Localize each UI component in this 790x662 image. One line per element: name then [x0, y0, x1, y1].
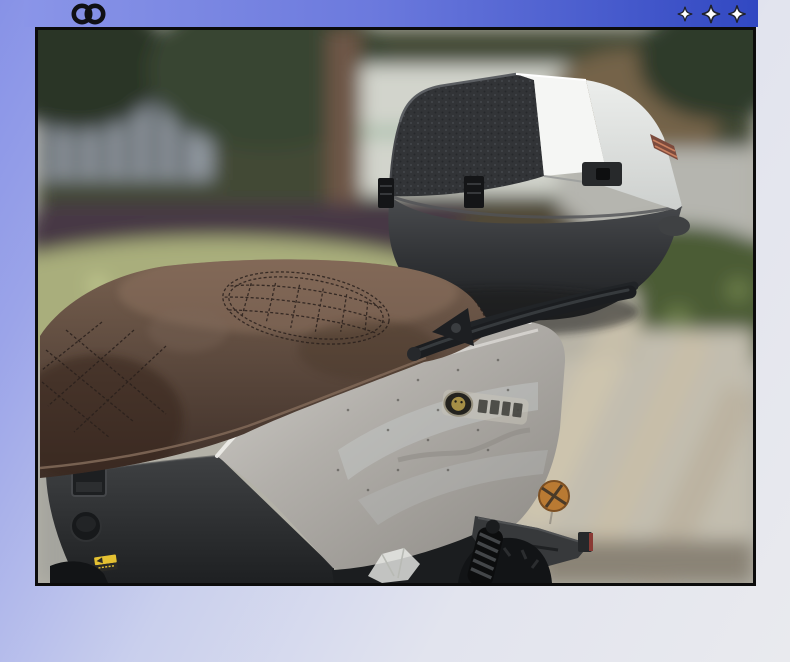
lid-hinge: [582, 162, 622, 186]
lid-latch: [378, 178, 394, 208]
interlocked-circles-icon: [71, 3, 106, 25]
charge-port-cap: [70, 510, 102, 542]
sparkles: [672, 1, 750, 27]
sparkle-icon: [701, 4, 721, 24]
product-photo: [35, 27, 756, 586]
lid-latch: [464, 176, 484, 208]
sparkle-icon: [677, 6, 693, 22]
top-bar: [24, 0, 758, 27]
sparkle-icon: [728, 5, 746, 23]
